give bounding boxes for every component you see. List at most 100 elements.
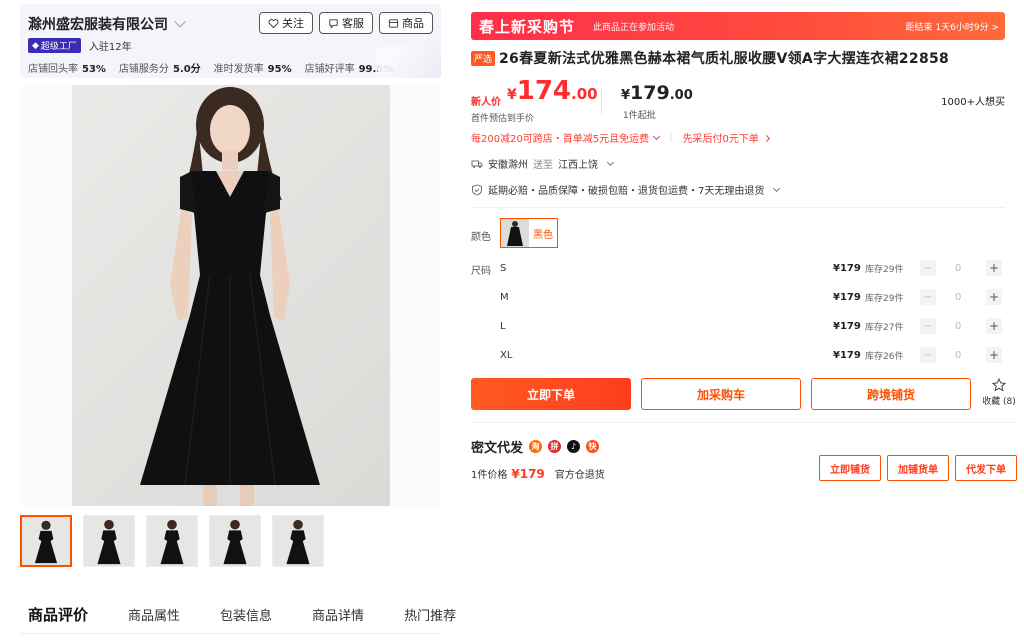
chat-icon <box>329 18 338 29</box>
ship-from: 安徽滁州 <box>488 160 528 171</box>
factory-badge-icon: ◆ <box>32 40 39 51</box>
shop-decoration <box>374 39 441 78</box>
super-factory-badge: ◆ 超级工厂 <box>28 38 81 53</box>
cross-border-button[interactable]: 跨境铺货 <box>811 378 971 410</box>
pay-later-link[interactable]: 先采后付0元下单 <box>683 130 770 145</box>
size-name: L <box>500 320 506 332</box>
thumbnail-2[interactable] <box>83 515 135 567</box>
quantity-input[interactable]: 0 <box>955 292 961 303</box>
truck-icon <box>471 160 483 168</box>
standard-price: ¥179.00 <box>621 82 693 104</box>
follow-label: 关注 <box>282 17 304 30</box>
currency-symbol: ¥ <box>621 88 631 103</box>
size-name: M <box>500 291 509 303</box>
chevron-down-icon <box>653 132 661 141</box>
product-title: 26春夏新法式优雅黑色赫本裙气质礼服收腰V领A字大摆连衣裙22858 <box>499 51 950 67</box>
shipping-row[interactable]: 安徽滁州 送至 江西上饶 <box>471 156 615 171</box>
newbie-price-dec: .00 <box>571 85 598 103</box>
tab-details[interactable]: 商品详情 <box>312 605 364 624</box>
unit-price-label: 1件价格 <box>471 470 508 481</box>
decrement-button[interactable]: − <box>920 318 936 334</box>
increment-button[interactable]: + <box>986 260 1002 276</box>
decrement-button[interactable]: − <box>920 260 936 276</box>
section-divider <box>471 422 1016 423</box>
thumbnail-image <box>22 517 70 565</box>
chevron-down-icon[interactable] <box>174 16 186 28</box>
customer-service-button[interactable]: 客服 <box>319 12 373 34</box>
guarantee-text: 延期必赔・品质保障・破损包赔・退货包运费・7天无理由退货 <box>488 186 765 197</box>
unit-price: ¥179 <box>511 467 545 481</box>
shop-badges: ◆ 超级工厂 入驻12年 <box>28 38 132 53</box>
size-name: S <box>500 262 507 274</box>
tab-packaging[interactable]: 包装信息 <box>220 605 272 624</box>
newbie-price: ¥174.00 <box>507 76 598 106</box>
douyin-icon: ♪ <box>567 440 581 453</box>
quantity-input[interactable]: 0 <box>955 350 961 361</box>
tab-attributes[interactable]: 商品属性 <box>128 605 180 624</box>
quantity-input[interactable]: 0 <box>955 263 961 274</box>
size-row-l: L ¥179 库存27件 − 0 + <box>500 316 1005 336</box>
secret-shipping-label: 密文代发 <box>471 441 524 456</box>
goods-label: 商品 <box>402 17 424 30</box>
return-note: 官方仓退货 <box>554 470 605 481</box>
thumbnail-3[interactable] <box>146 515 198 567</box>
factory-badge-label: 超级工厂 <box>40 42 77 52</box>
newbie-price-label: 新人价 <box>471 97 501 108</box>
promo-countdown[interactable]: 距结束 1天6小时9分 > <box>906 20 999 33</box>
increment-button[interactable]: + <box>986 347 1002 363</box>
thumbnail-1[interactable] <box>20 515 72 567</box>
size-price: ¥179 <box>833 291 861 303</box>
shop-name[interactable]: 滁州盛宏服装有限公司 <box>28 14 168 34</box>
star-icon <box>992 378 1006 392</box>
stat-value: 53% <box>82 64 106 75</box>
thumbnail-4[interactable] <box>209 515 261 567</box>
stat-repurchase: 店铺回头率 53% <box>28 60 106 75</box>
increment-button[interactable]: + <box>986 318 1002 334</box>
swatch-photo <box>501 219 529 247</box>
guarantee-row[interactable]: 延期必赔・品质保障・破损包赔・退货包运费・7天无理由退货 <box>471 182 781 197</box>
standard-price-dec: .00 <box>669 88 693 103</box>
add-to-cart-button[interactable]: 加采购车 <box>641 378 801 410</box>
size-stock: 库存27件 <box>865 322 904 333</box>
decrement-button[interactable]: − <box>920 347 936 363</box>
thumbnail-image <box>210 516 260 566</box>
quantity-input[interactable]: 0 <box>955 321 961 332</box>
buy-now-button[interactable]: 立即下单 <box>471 378 631 410</box>
stat-label: 店铺好评率 <box>304 64 355 75</box>
size-row-s: S ¥179 库存29件 − 0 + <box>500 258 1005 278</box>
newbie-price-note: 首件预估到手价 <box>471 114 535 124</box>
newbie-price-int: 174 <box>516 76 572 106</box>
coupon-link[interactable]: 每200减20可跨店・首单减5元且免运费 <box>471 130 661 145</box>
shop-stats: 店铺回头率 53% 店铺服务分 5.0分 准时发货率 95% 店铺好评率 99.5% <box>28 60 393 75</box>
thumbnail-image <box>147 516 197 566</box>
stat-value: 95% <box>267 64 292 75</box>
stat-service: 店铺服务分 5.0分 <box>119 60 201 75</box>
size-label: 尺码 <box>471 266 491 277</box>
pinduoduo-icon: 拼 <box>548 440 562 453</box>
tab-recommend[interactable]: 热门推荐 <box>404 605 456 624</box>
promo-links: 每200减20可跨店・首单减5元且免运费 | 先采后付0元下单 <box>471 130 770 145</box>
decrement-button[interactable]: − <box>920 289 936 305</box>
tab-reviews[interactable]: 商品评价 <box>28 604 88 625</box>
dropship-order-button[interactable]: 代发下单 <box>955 455 1017 481</box>
yanxuan-tag: 严选 <box>471 50 496 66</box>
main-product-image[interactable] <box>20 85 441 506</box>
color-label: 颜色 <box>471 232 491 243</box>
favorite-button[interactable]: 收藏 (8) <box>979 378 1019 407</box>
shop-years: 入驻12年 <box>88 42 132 53</box>
size-name: XL <box>500 349 513 361</box>
thumbnail-strip <box>20 515 324 567</box>
want-count: 1000+人想买 <box>941 97 1005 108</box>
shop-name-row[interactable]: 滁州盛宏服装有限公司 <box>28 14 186 34</box>
size-stock: 库存26件 <box>865 351 904 362</box>
increment-button[interactable]: + <box>986 289 1002 305</box>
list-now-button[interactable]: 立即铺货 <box>819 455 881 481</box>
shop-goods-button[interactable]: 商品 <box>379 12 433 34</box>
promo-banner[interactable]: 春上新采购节 此商品正在参加活动 距结束 1天6小时9分 > <box>471 12 1005 40</box>
add-list-button[interactable]: 加铺货单 <box>887 455 949 481</box>
stat-label: 店铺服务分 <box>118 64 169 75</box>
color-option-black[interactable]: 黑色 <box>500 218 558 248</box>
color-swatch-image <box>501 219 529 247</box>
thumbnail-5[interactable] <box>272 515 324 567</box>
follow-button[interactable]: 关注 <box>259 12 313 34</box>
